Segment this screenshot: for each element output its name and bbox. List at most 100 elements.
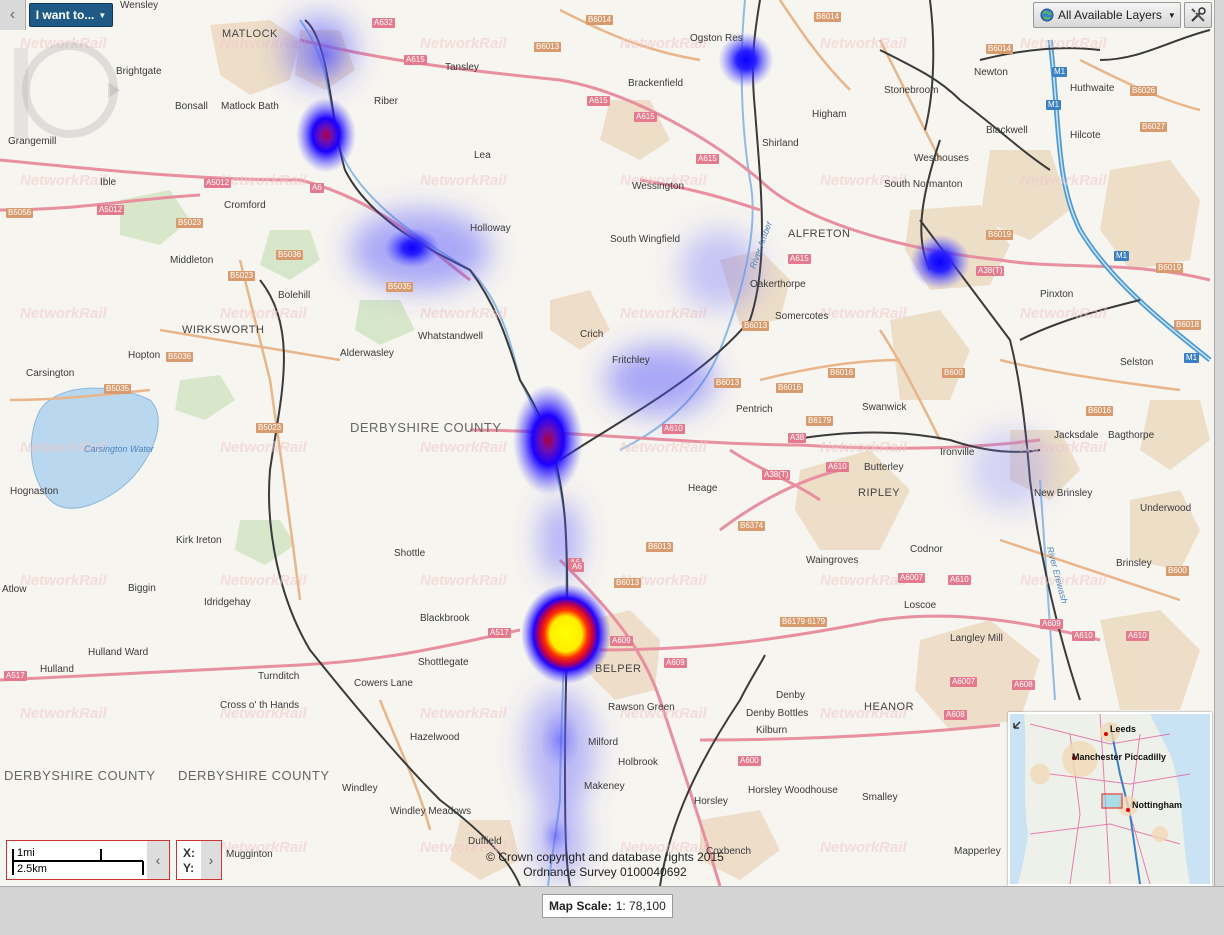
globe-icon	[1040, 8, 1054, 22]
overview-extent-box[interactable]	[1101, 793, 1123, 809]
heatmap-hotspot-matlock-south	[296, 97, 356, 173]
b-road-label: B6014	[586, 15, 614, 25]
x-label: X:	[183, 846, 195, 860]
town-label: Duffield	[468, 836, 502, 847]
b-road-label: B6374	[738, 521, 766, 531]
i-want-to-button[interactable]: I want to... ▼	[29, 3, 113, 27]
svg-text:NetworkRail: NetworkRail	[820, 839, 908, 856]
town-label: Shottlegate	[418, 657, 469, 668]
a-road-label: A615	[587, 96, 610, 106]
town-label: MATLOCK	[222, 28, 278, 40]
town-label: Wensley	[120, 0, 159, 11]
town-label: Westhouses	[914, 153, 969, 164]
svg-text:NetworkRail: NetworkRail	[420, 305, 508, 322]
overview-label: Leeds	[1110, 724, 1137, 734]
a-road-label: A632	[372, 18, 395, 28]
scale-bar: 1mi 2.5km ‹	[6, 840, 170, 880]
svg-text:NetworkRail: NetworkRail	[620, 439, 708, 456]
tools-icon	[1191, 7, 1206, 22]
b-road-label: B6016	[776, 383, 804, 393]
town-label: Huthwaite	[1070, 83, 1115, 94]
layers-label: All Available Layers	[1058, 8, 1162, 22]
m-road-label: M1	[1052, 67, 1068, 77]
town-label: Codnor	[910, 544, 943, 555]
svg-text:NetworkRail: NetworkRail	[1020, 305, 1108, 322]
pan-zoom-control[interactable]	[8, 38, 128, 148]
m-road-label: M1	[1046, 100, 1062, 110]
town-label: Jacksdale	[1054, 430, 1099, 441]
town-label: Whatstandwell	[418, 331, 484, 342]
town-label: HEANOR	[864, 701, 915, 713]
town-label: Ironville	[940, 447, 975, 458]
chevron-left-icon: ‹	[155, 852, 161, 868]
town-label: Smalley	[862, 792, 898, 803]
tools-button[interactable]	[1184, 2, 1212, 28]
town-label: Holloway	[470, 223, 511, 234]
town-label: Shirland	[762, 138, 799, 149]
town-label: Heage	[688, 483, 718, 494]
town-label: Wessington	[632, 181, 685, 192]
coordinates-readout: X: Y: ›	[176, 840, 222, 880]
b-road-label: B6026	[1130, 86, 1158, 96]
layers-dropdown[interactable]: All Available Layers ▼	[1033, 2, 1181, 28]
town-label: Mapperley	[954, 846, 1001, 857]
town-label: Brackenfield	[628, 78, 684, 89]
town-label: Crich	[580, 329, 604, 340]
b-road-label: B6019	[1156, 263, 1184, 273]
town-label: Selston	[1120, 357, 1154, 368]
town-label: ALFRETON	[788, 228, 851, 240]
a-road-label: A38(T)	[762, 470, 791, 480]
svg-text:NetworkRail: NetworkRail	[20, 305, 108, 322]
town-label: Horsley	[694, 796, 728, 807]
town-label: Matlock Bath	[221, 101, 279, 112]
a-road-label: A610	[1126, 631, 1149, 641]
map-scale-value: 1: 78,100	[615, 899, 666, 913]
a-road-label: A609	[610, 636, 633, 646]
town-label: Hognaston	[10, 486, 59, 497]
a-road-label: A608	[1012, 680, 1035, 690]
copyright-line: © Crown copyright and database rights 20…	[486, 850, 724, 864]
a-road-label: A5012	[97, 205, 125, 215]
town-label: Bagthorpe	[1108, 430, 1155, 441]
overview-map[interactable]: Leeds Manchester Piccadilly Nottingham	[1008, 712, 1212, 886]
town-label: RIPLEY	[858, 487, 901, 499]
coords-expand-button[interactable]: ›	[201, 841, 221, 879]
town-label: Butterley	[864, 462, 904, 473]
svg-text:NetworkRail: NetworkRail	[420, 172, 508, 189]
heatmap-hotspot-milford	[540, 710, 580, 770]
svg-text:NetworkRail: NetworkRail	[820, 572, 908, 589]
town-label: Holbrook	[618, 757, 659, 768]
i-want-to-label: I want to...	[35, 8, 95, 22]
map-scale-readout: Map Scale: 1: 78,100	[542, 894, 673, 918]
svg-text:NetworkRail: NetworkRail	[1020, 172, 1108, 189]
b-road-label: B5023	[256, 423, 284, 433]
b-road-label: B600	[1166, 566, 1189, 576]
town-label: Cross o' th Hands	[220, 700, 300, 711]
town-label: Tansley	[445, 62, 479, 73]
svg-text:NetworkRail: NetworkRail	[420, 705, 508, 722]
town-label: Atlow	[2, 584, 27, 595]
county-label: DERBYSHIRE COUNTY	[178, 768, 330, 783]
town-label: WIRKSWORTH	[182, 324, 265, 336]
a-road-label: A517	[488, 628, 511, 638]
svg-text:NetworkRail: NetworkRail	[20, 572, 108, 589]
svg-text:NetworkRail: NetworkRail	[420, 439, 508, 456]
overview-label: Manchester Piccadilly	[1072, 752, 1167, 762]
a-road-label: A608	[944, 710, 967, 720]
town-label: Windley Meadows	[390, 806, 472, 817]
b-road-label: B600	[942, 368, 965, 378]
town-label: Somercotes	[775, 311, 829, 322]
left-panel-collapse-button[interactable]: ‹	[0, 0, 26, 30]
scale-bar-collapse-button[interactable]: ‹	[147, 841, 169, 879]
b-road-label: B6013	[614, 578, 642, 588]
town-label: Brinsley	[1116, 558, 1152, 569]
b-road-label: B6018	[1174, 320, 1202, 330]
a-road-label: A609	[1040, 619, 1063, 629]
m-road-label: M1	[1184, 353, 1200, 363]
b-road-label: B6013	[714, 378, 742, 388]
zoom-slider[interactable]	[14, 48, 28, 138]
copyright-notice: © Crown copyright and database rights 20…	[470, 850, 740, 880]
a-road-label: A615	[634, 112, 657, 122]
town-label: Waingroves	[806, 555, 859, 566]
town-label: South Wingfield	[610, 234, 681, 245]
